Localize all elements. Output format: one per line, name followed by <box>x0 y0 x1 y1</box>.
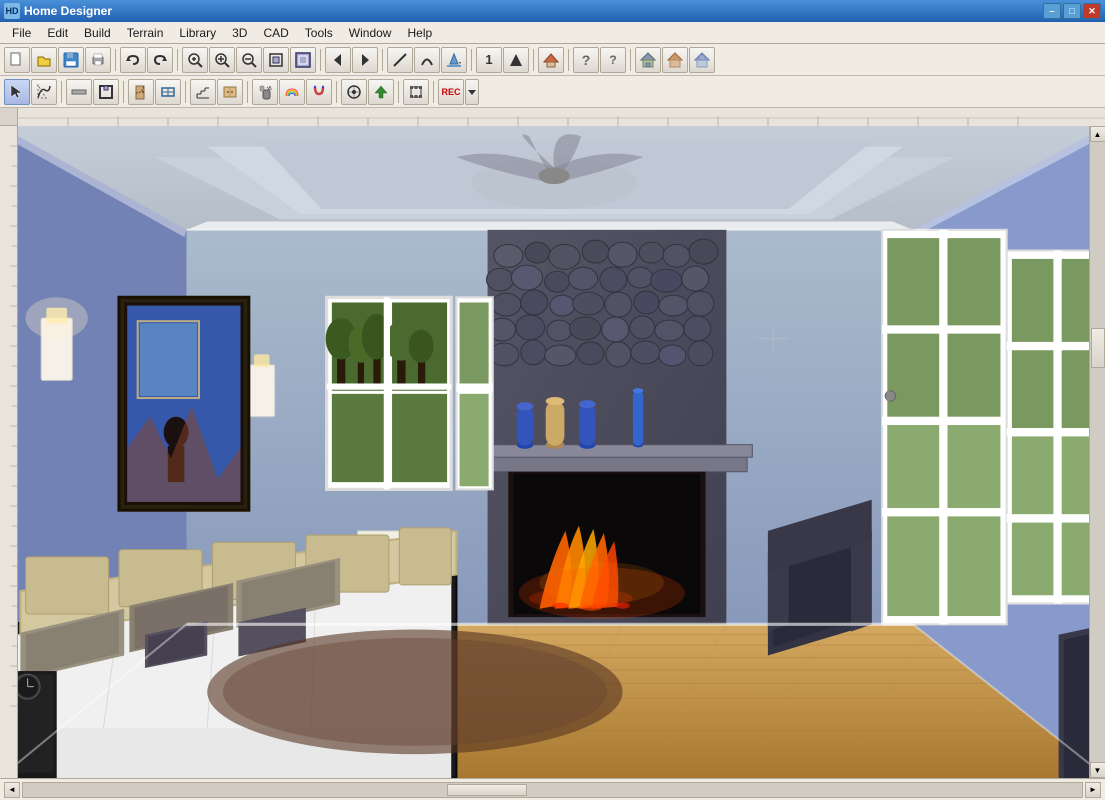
arrow-up-button[interactable] <box>503 47 529 73</box>
rainbow-tool-button[interactable] <box>279 79 305 105</box>
toolbar-1: 1 ? ? <box>0 44 1105 76</box>
redo-button[interactable] <box>147 47 173 73</box>
menu-terrain[interactable]: Terrain <box>119 24 172 42</box>
help2-button[interactable]: ? <box>600 47 626 73</box>
right-scrollbar[interactable]: ▲ ▼ <box>1089 126 1105 778</box>
spray-tool-button[interactable] <box>252 79 278 105</box>
open-button[interactable] <box>31 47 57 73</box>
place-tool-button[interactable] <box>341 79 367 105</box>
select-tool-button[interactable] <box>4 79 30 105</box>
zoom-out-button[interactable] <box>236 47 262 73</box>
new-button[interactable] <box>4 47 30 73</box>
window-tool-button[interactable] <box>155 79 181 105</box>
scroll-track-vertical[interactable] <box>1090 142 1105 762</box>
menu-build[interactable]: Build <box>76 24 119 42</box>
house2-button[interactable] <box>662 47 688 73</box>
scroll-down-button[interactable]: ▼ <box>1090 762 1105 778</box>
viewport[interactable] <box>18 126 1089 778</box>
scroll-thumb-horizontal[interactable] <box>447 784 527 796</box>
sep-t2 <box>123 81 124 103</box>
zoom-in-button[interactable] <box>209 47 235 73</box>
menu-cad[interactable]: CAD <box>255 24 296 42</box>
zoom-in-rect-button[interactable] <box>182 47 208 73</box>
sep-7 <box>568 49 569 71</box>
number-button[interactable]: 1 <box>476 47 502 73</box>
room-scene <box>18 126 1089 778</box>
menu-help[interactable]: Help <box>399 24 440 42</box>
cabinet-tool-button[interactable] <box>217 79 243 105</box>
main-area: ▲ ▼ <box>0 108 1105 778</box>
menu-3d[interactable]: 3D <box>224 24 255 42</box>
record-button[interactable]: REC <box>438 79 464 105</box>
sep-1 <box>115 49 116 71</box>
app-icon: HD <box>4 3 20 19</box>
status-bar: ◄ ► <box>0 778 1105 800</box>
sep-t6 <box>398 81 399 103</box>
left-ruler <box>0 108 18 778</box>
sep-t5 <box>336 81 337 103</box>
draw-tool-button[interactable] <box>31 79 57 105</box>
magnet-tool-button[interactable] <box>306 79 332 105</box>
window-title: Home Designer <box>24 4 1043 18</box>
menu-file[interactable]: File <box>4 24 39 42</box>
door-tool-button[interactable] <box>128 79 154 105</box>
fit-page-button[interactable] <box>263 47 289 73</box>
house1-button[interactable] <box>635 47 661 73</box>
sep-t7 <box>433 81 434 103</box>
scroll-left-button[interactable]: ◄ <box>4 782 20 798</box>
sep-5 <box>471 49 472 71</box>
menu-bar: File Edit Build Terrain Library 3D CAD T… <box>0 22 1105 44</box>
scroll-thumb-vertical[interactable] <box>1091 328 1105 368</box>
window-controls: – □ ✕ <box>1043 3 1101 19</box>
toolbar-2: REC <box>0 76 1105 108</box>
menu-edit[interactable]: Edit <box>39 24 76 42</box>
fill-window-button[interactable] <box>290 47 316 73</box>
scroll-right-button[interactable]: ► <box>1085 782 1101 798</box>
stair-tool-button[interactable] <box>190 79 216 105</box>
record-dropdown-button[interactable] <box>465 79 479 105</box>
sep-8 <box>630 49 631 71</box>
line-tool-button[interactable] <box>387 47 413 73</box>
sep-t4 <box>247 81 248 103</box>
bottom-scrollbar[interactable] <box>22 782 1083 798</box>
save-button[interactable] <box>58 47 84 73</box>
ruler-corner <box>0 108 18 126</box>
arrow-up-tool-button[interactable] <box>368 79 394 105</box>
scroll-up-button[interactable]: ▲ <box>1090 126 1105 142</box>
fill-dropdown-button[interactable] <box>441 47 467 73</box>
room-tool-button[interactable] <box>93 79 119 105</box>
minimize-button[interactable]: – <box>1043 3 1061 19</box>
house3-button[interactable] <box>689 47 715 73</box>
sep-6 <box>533 49 534 71</box>
undo-button[interactable] <box>120 47 146 73</box>
top-ruler <box>18 108 1105 126</box>
sep-t1 <box>61 81 62 103</box>
roof-button[interactable] <box>538 47 564 73</box>
sep-3 <box>320 49 321 71</box>
help-button[interactable]: ? <box>573 47 599 73</box>
menu-library[interactable]: Library <box>171 24 224 42</box>
title-bar: HD Home Designer – □ ✕ <box>0 0 1105 22</box>
arc-tool-button[interactable] <box>414 47 440 73</box>
maximize-button[interactable]: □ <box>1063 3 1081 19</box>
prev-page-button[interactable] <box>325 47 351 73</box>
transform-tool-button[interactable] <box>403 79 429 105</box>
sep-t3 <box>185 81 186 103</box>
sep-4 <box>382 49 383 71</box>
print-button[interactable] <box>85 47 111 73</box>
top-ruler-marks <box>18 108 1105 126</box>
menu-tools[interactable]: Tools <box>297 24 341 42</box>
wall-tool-button[interactable] <box>66 79 92 105</box>
menu-window[interactable]: Window <box>341 24 400 42</box>
sep-2 <box>177 49 178 71</box>
next-page-button[interactable] <box>352 47 378 73</box>
left-ruler-marks <box>0 126 18 726</box>
close-button[interactable]: ✕ <box>1083 3 1101 19</box>
